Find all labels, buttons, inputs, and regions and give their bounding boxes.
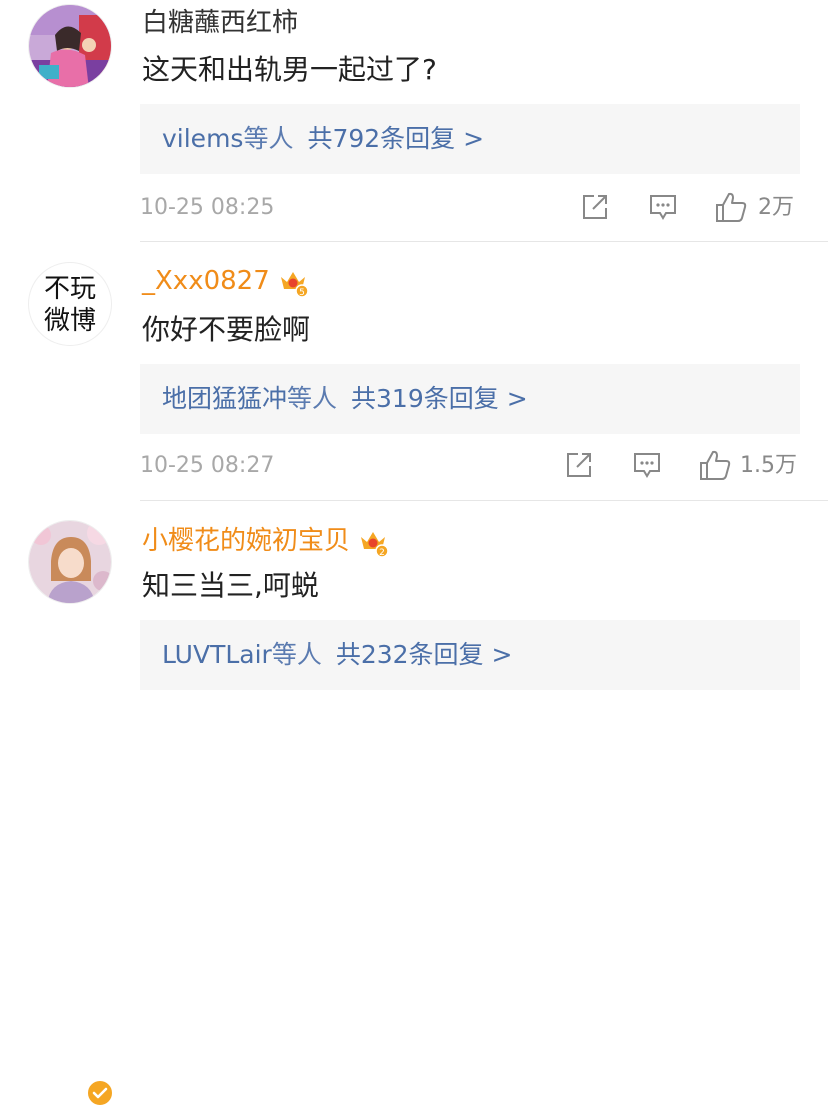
verified-badge-icon [86, 1079, 114, 1107]
thumbs-up-icon[interactable] [698, 448, 732, 486]
comment-author[interactable]: 小樱花的婉初宝贝 2 [142, 524, 389, 558]
comment-text: 这天和出轨男一起过了? [142, 53, 437, 86]
reply-others-label: 等人 [271, 640, 322, 669]
reply-count-link[interactable]: 共232条回复 > [336, 640, 513, 669]
reply-summary[interactable]: LUVTLair等人 共232条回复 > [140, 620, 800, 690]
comment-item: 不玩 微博 _Xxx0827 5 你好不要脸啊 地团猛猛冲等人 共319条回复 > … [0, 242, 828, 500]
reply-count-link[interactable]: 共319条回复 > [351, 384, 528, 413]
like-count: 2万 [758, 195, 794, 220]
avatar-photo [29, 521, 111, 603]
badge-level: 2 [379, 548, 385, 557]
avatar[interactable] [28, 4, 112, 88]
comment-author[interactable]: 白糖蘸西红柿 [142, 6, 298, 40]
comment-time: 10-25 08:27 [140, 453, 275, 478]
reply-summary[interactable]: vilems等人 共792条回复 > [140, 104, 800, 174]
comment-item: 小樱花的婉初宝贝 2 知三当三,呵蜕 LUVTLair等人 共232条回复 > [0, 500, 828, 1107]
comment-icon[interactable] [632, 450, 662, 484]
comment-author[interactable]: _Xxx0827 5 [142, 264, 309, 298]
crown-icon: 2 [358, 527, 389, 558]
crown-icon: 5 [278, 267, 309, 298]
share-icon[interactable] [564, 450, 594, 484]
author-name[interactable]: 小樱花的婉初宝贝 [142, 526, 350, 556]
avatar[interactable]: 不玩 微博 [28, 262, 112, 346]
comment-icon[interactable] [648, 192, 678, 226]
author-name[interactable]: _Xxx0827 [142, 266, 270, 296]
reply-others-label: 等人 [243, 124, 294, 153]
avatar-photo [29, 5, 111, 87]
reply-count-link[interactable]: 共792条回复 > [307, 124, 484, 153]
reply-users[interactable]: 地团猛猛冲 [162, 384, 287, 413]
avatar-text-line2: 微博 [43, 306, 96, 336]
avatar-text-line1: 不玩 [43, 274, 96, 304]
comment-text: 知三当三,呵蜕 [142, 569, 319, 602]
like-count: 1.5万 [740, 453, 797, 478]
avatar[interactable] [28, 520, 112, 604]
thumbs-up-icon[interactable] [714, 190, 748, 228]
comment-meta: 10-25 08:25 2万 [140, 188, 800, 228]
comment-text: 你好不要脸啊 [142, 313, 311, 346]
reply-summary[interactable]: 地团猛猛冲等人 共319条回复 > [140, 364, 800, 434]
reply-users[interactable]: LUVTLair [162, 640, 272, 669]
comment-meta: 10-25 08:27 1.5万 [140, 446, 800, 486]
reply-others-label: 等人 [287, 384, 338, 413]
share-icon[interactable] [580, 192, 610, 226]
reply-users[interactable]: vilems [162, 124, 243, 153]
comment-item: 白糖蘸西红柿 这天和出轨男一起过了? vilems等人 共792条回复 > 10-… [0, 0, 828, 242]
comment-time: 10-25 08:25 [140, 195, 275, 220]
badge-level: 5 [299, 288, 305, 297]
